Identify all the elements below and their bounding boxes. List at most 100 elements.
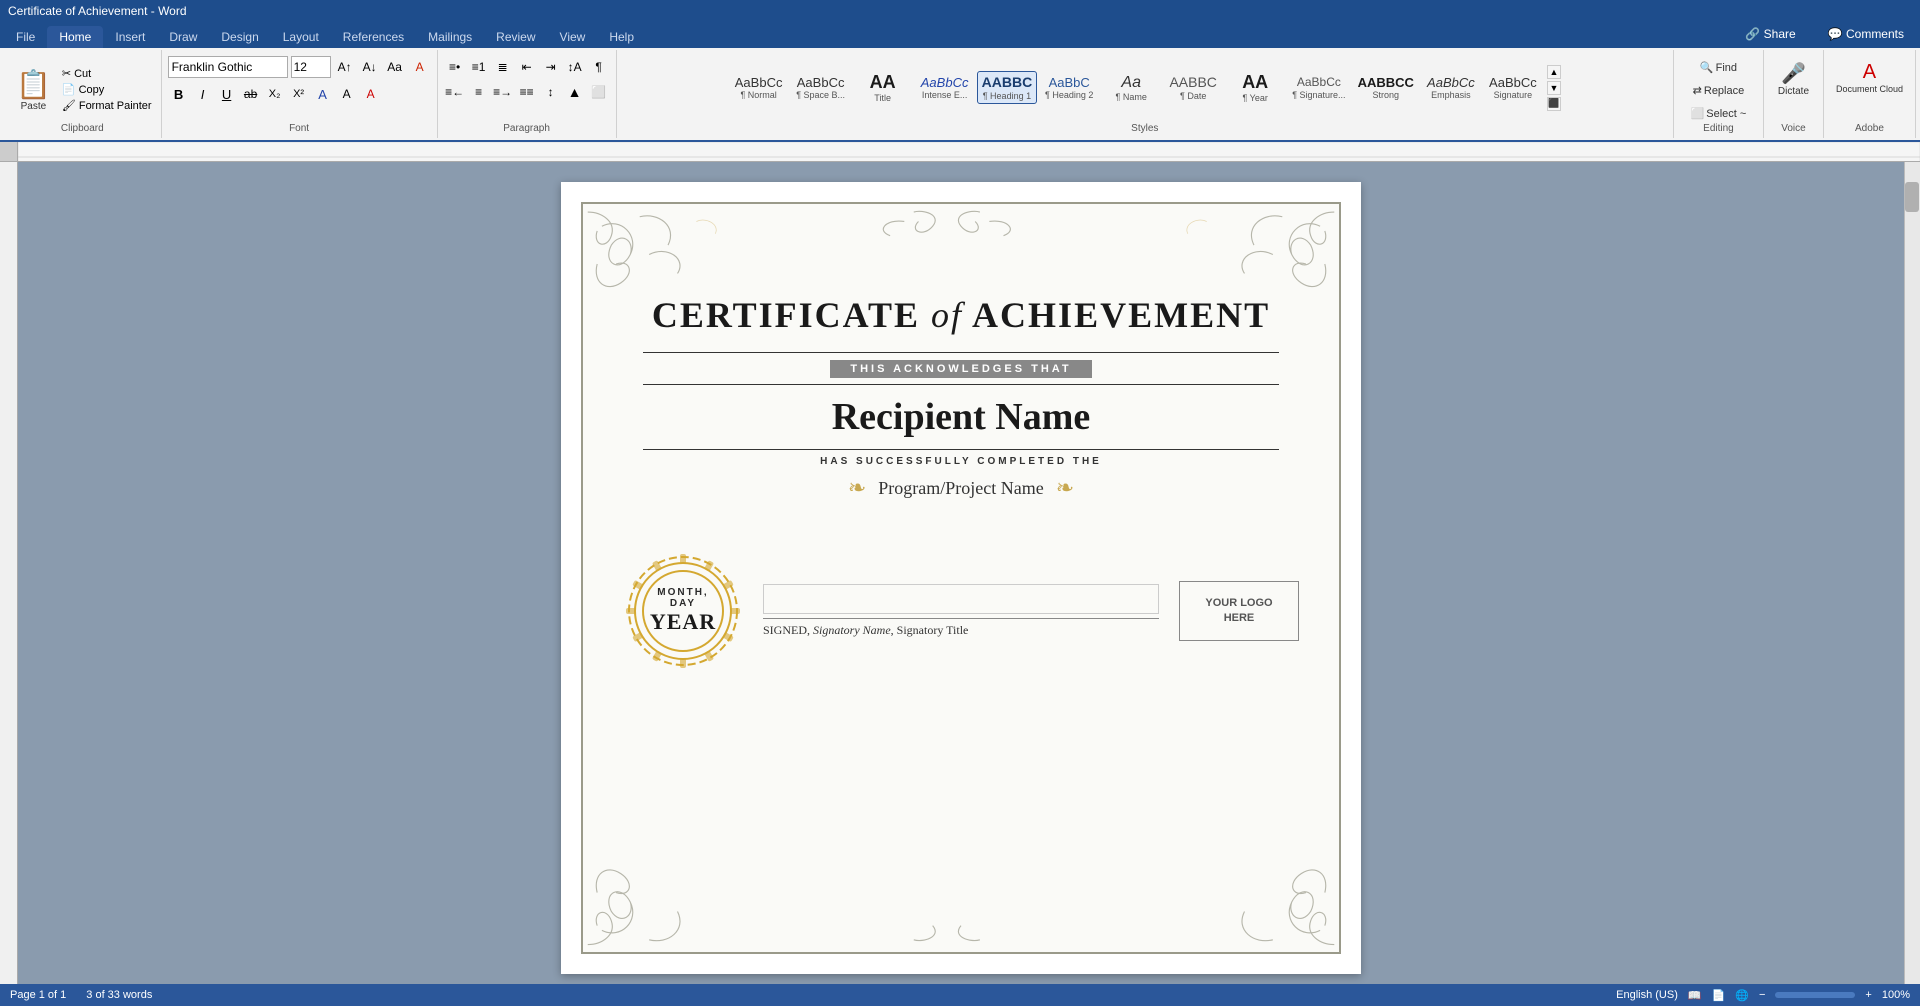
style-normal[interactable]: AaBbCc ¶ Normal: [729, 72, 789, 104]
document-area: CERTIFICATE of ACHIEVEMENT THIS ACKNOWLE…: [18, 162, 1904, 994]
tab-review[interactable]: Review: [484, 26, 547, 48]
style-heading1[interactable]: AABBC ¶ Heading 1: [977, 71, 1038, 104]
certificate-completed: HAS SUCCESSFULLY COMPLETED THE: [603, 456, 1319, 467]
tab-view[interactable]: View: [548, 26, 598, 48]
certificate-program[interactable]: Program/Project Name: [878, 478, 1043, 499]
tab-mailings[interactable]: Mailings: [416, 26, 484, 48]
dictate-icon: 🎤: [1781, 61, 1806, 86]
font-color-button[interactable]: A: [360, 83, 382, 105]
adobe-label: Adobe: [1855, 123, 1884, 136]
style-heading2[interactable]: AaBbC ¶ Heading 2: [1039, 72, 1099, 104]
subscript-button[interactable]: X₂: [264, 83, 286, 105]
superscript-button[interactable]: X²: [288, 83, 310, 105]
find-button[interactable]: 🔍 Find: [1695, 58, 1742, 77]
borders-button[interactable]: ⬜: [588, 81, 610, 103]
language-indicator[interactable]: English (US): [1616, 989, 1678, 1001]
styles-scroll-down[interactable]: ▼: [1547, 81, 1561, 95]
align-center-button[interactable]: ≡: [468, 81, 490, 103]
left-ruler: [0, 162, 18, 994]
underline-button[interactable]: U: [216, 83, 238, 105]
font-grow-button[interactable]: A↑: [334, 56, 356, 78]
document-page[interactable]: CERTIFICATE of ACHIEVEMENT THIS ACKNOWLE…: [561, 182, 1361, 974]
clear-format-button[interactable]: A: [409, 56, 431, 78]
certificate-logo-box[interactable]: YOUR LOGOHERE: [1179, 581, 1299, 641]
right-flourish-icon: ❧: [1056, 475, 1074, 501]
select-button[interactable]: ⬜ Select ~: [1686, 104, 1752, 123]
font-size-input[interactable]: [291, 56, 331, 78]
signature-text: SIGNED, Signatory Name, Signatory Title: [763, 623, 1159, 638]
style-year[interactable]: AA ¶ Year: [1225, 69, 1285, 107]
justify-button[interactable]: ≡≡: [516, 81, 538, 103]
horizontal-ruler: [18, 142, 1920, 162]
font-shrink-button[interactable]: A↓: [359, 56, 381, 78]
italic-button[interactable]: I: [192, 83, 214, 105]
bullets-button[interactable]: ≡•: [444, 56, 466, 78]
right-scrollbar[interactable]: [1904, 162, 1920, 994]
style-name[interactable]: Aa ¶ Name: [1101, 70, 1161, 105]
style-strong[interactable]: AABBCC Strong: [1353, 72, 1419, 104]
zoom-slider[interactable]: [1775, 992, 1855, 998]
style-intense-emphasis[interactable]: AaBbCc Intense E...: [915, 72, 975, 104]
numbering-button[interactable]: ≡1: [468, 56, 490, 78]
style-signature[interactable]: AaBbCc Signature: [1483, 72, 1543, 104]
style-date[interactable]: AABBC ¶ Date: [1163, 71, 1223, 104]
paste-icon: 📋: [16, 68, 51, 101]
show-hide-button[interactable]: ¶: [588, 56, 610, 78]
style-signature-line[interactable]: AaBbCc ¶ Signature...: [1287, 72, 1350, 102]
tab-design[interactable]: Design: [209, 26, 270, 48]
zoom-in-button[interactable]: +: [1865, 989, 1871, 1001]
tab-references[interactable]: References: [331, 26, 416, 48]
document-cloud-button[interactable]: A Document Cloud: [1830, 58, 1909, 98]
font-format-row: B I U ab X₂ X² A A A: [168, 83, 382, 105]
styles-scroll-up[interactable]: ▲: [1547, 65, 1561, 79]
align-left-button[interactable]: ≡←: [444, 81, 466, 103]
highlight-color-button[interactable]: A: [336, 83, 358, 105]
dictate-button[interactable]: 🎤 Dictate: [1772, 58, 1815, 100]
paste-button[interactable]: 📋 Paste: [10, 66, 57, 114]
increase-indent-button[interactable]: ⇥: [540, 56, 562, 78]
tab-draw[interactable]: Draw: [157, 26, 209, 48]
tab-insert[interactable]: Insert: [103, 26, 157, 48]
line-spacing-button[interactable]: ↕: [540, 81, 562, 103]
zoom-out-button[interactable]: −: [1759, 989, 1765, 1001]
sort-button[interactable]: ↕A: [564, 56, 586, 78]
tab-home[interactable]: Home: [47, 26, 103, 48]
bottom-flourish: [583, 852, 1339, 952]
replace-button[interactable]: ⇄ Replace: [1688, 81, 1750, 100]
copy-button[interactable]: 📄 Copy: [59, 82, 155, 97]
strikethrough-button[interactable]: ab: [240, 83, 262, 105]
seal-text: MONTH, DAY YEAR: [650, 587, 716, 635]
share-button[interactable]: 🔗 Share: [1733, 23, 1807, 45]
align-right-button[interactable]: ≡→: [492, 81, 514, 103]
voice-label: Voice: [1781, 123, 1805, 136]
font-case-button[interactable]: Aa: [384, 56, 406, 78]
bold-button[interactable]: B: [168, 83, 190, 105]
title-bar-text: Certificate of Achievement - Word: [8, 4, 187, 18]
font-name-input[interactable]: [168, 56, 288, 78]
text-effects-button[interactable]: A: [312, 83, 334, 105]
cut-icon: ✂: [62, 67, 71, 80]
decrease-indent-button[interactable]: ⇤: [516, 56, 538, 78]
view-web-button[interactable]: 🌐: [1735, 989, 1749, 1002]
multilevel-list-button[interactable]: ≣: [492, 56, 514, 78]
format-painter-button[interactable]: 🖌 Format Painter: [59, 98, 155, 113]
certificate-signature-area: SIGNED, Signatory Name, Signatory Title: [763, 584, 1159, 638]
zoom-level: 100%: [1882, 989, 1910, 1001]
paste-label: Paste: [21, 101, 47, 112]
certificate-recipient[interactable]: Recipient Name: [603, 395, 1319, 439]
tab-layout[interactable]: Layout: [271, 26, 331, 48]
tab-help[interactable]: Help: [597, 26, 646, 48]
clipboard-group: 📋 Paste ✂ Cut 📄 Copy 🖌 Format Painter Cl…: [4, 50, 162, 138]
adobe-group: A Document Cloud Adobe: [1824, 50, 1916, 138]
style-emphasis[interactable]: AaBbCc Emphasis: [1421, 72, 1481, 104]
tab-file[interactable]: File: [4, 26, 47, 48]
style-title[interactable]: AA Title: [853, 69, 913, 107]
cut-button[interactable]: ✂ Cut: [59, 66, 155, 81]
shading-button[interactable]: ▲: [564, 81, 586, 103]
view-print-button[interactable]: 📄: [1712, 989, 1726, 1002]
style-space-before[interactable]: AaBbCc ¶ Space B...: [791, 72, 851, 104]
view-read-button[interactable]: 📖: [1688, 989, 1702, 1002]
styles-expand[interactable]: ⬛: [1547, 97, 1561, 111]
find-icon: 🔍: [1700, 61, 1714, 74]
comments-button[interactable]: 💬 Comments: [1816, 23, 1916, 45]
